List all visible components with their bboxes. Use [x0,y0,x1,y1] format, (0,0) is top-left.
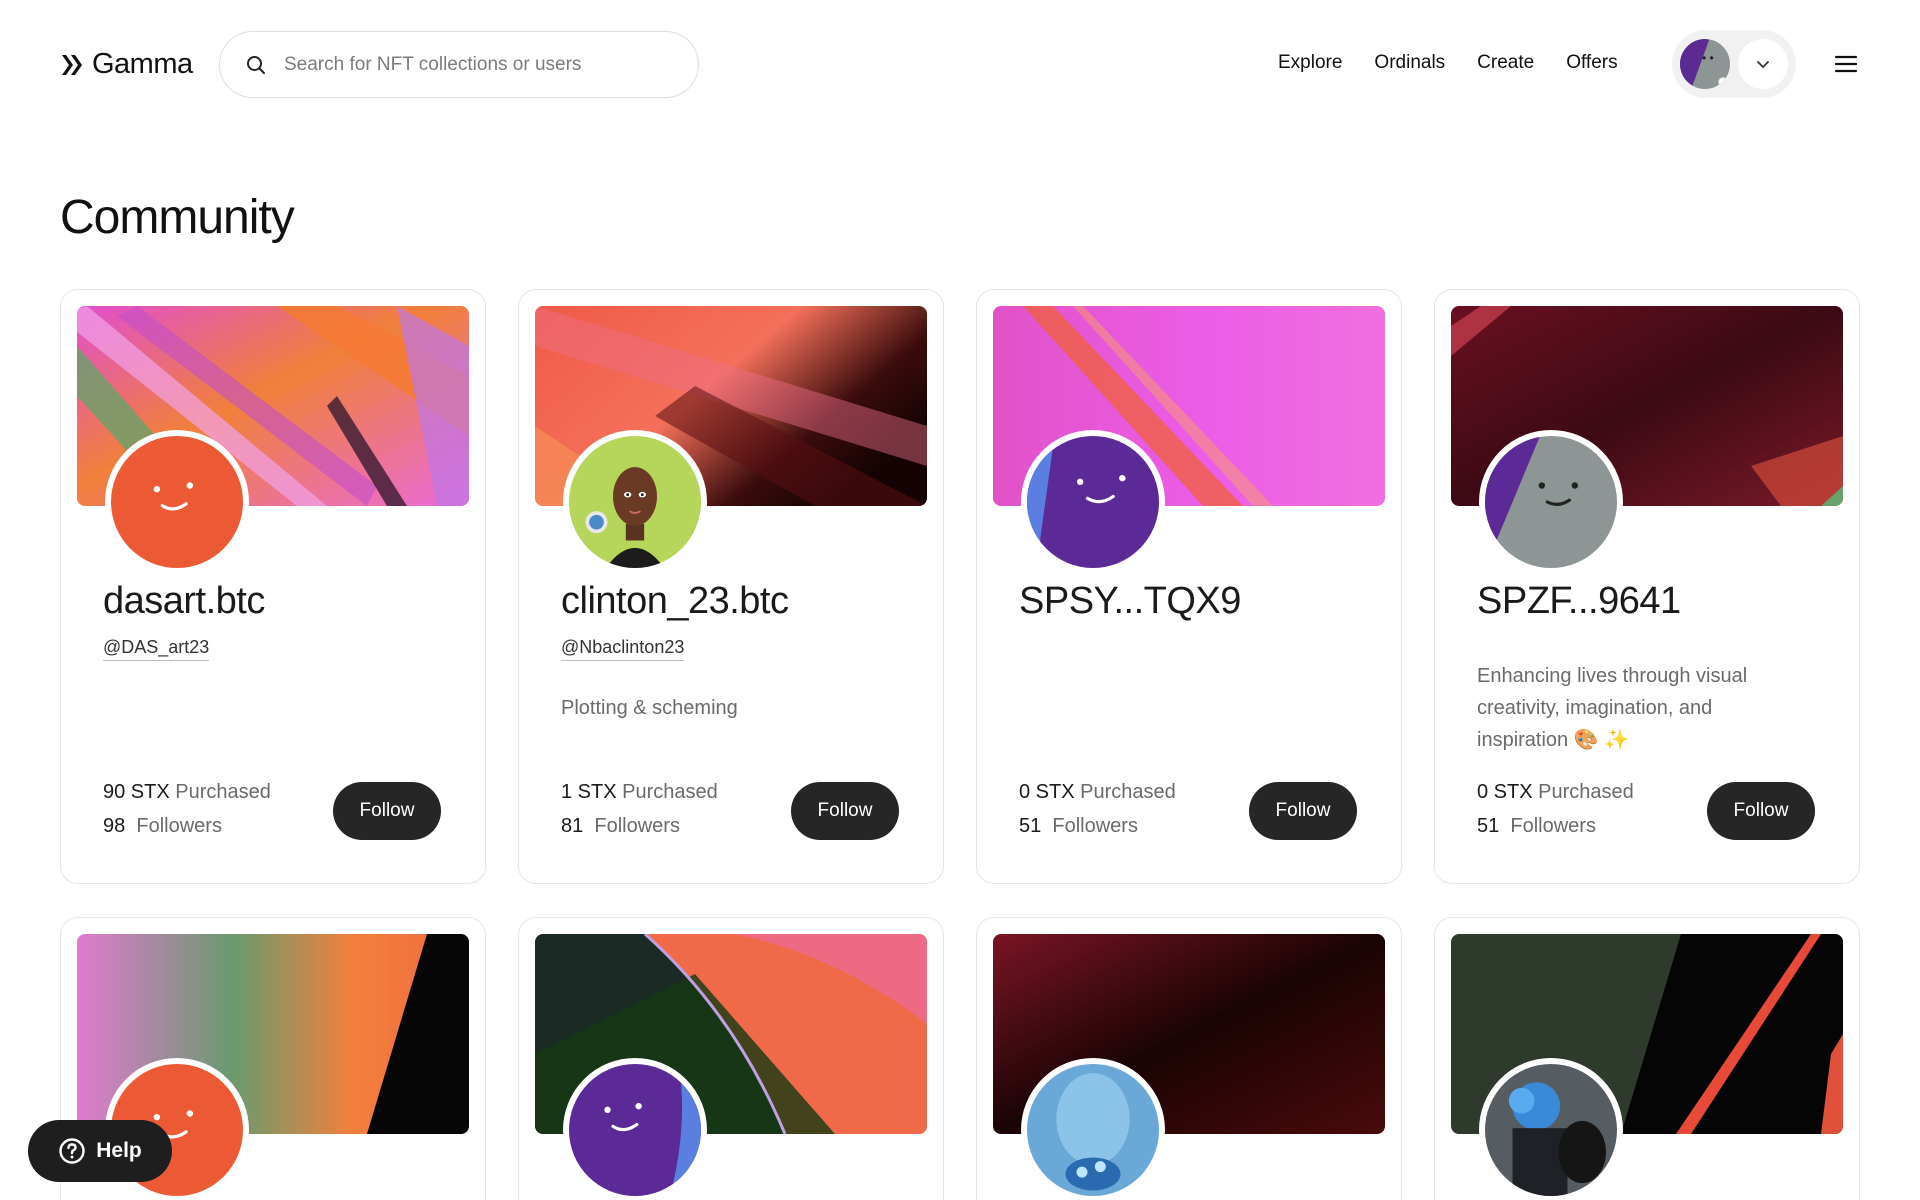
top-navigation-bar: Gamma Explore Ordinals Create Offers • • [0,0,1920,130]
gamma-logo-icon [62,54,82,75]
user-avatar[interactable]: • • [1680,39,1730,89]
user-menu-dropdown-button[interactable] [1738,39,1788,89]
profile-card[interactable] [976,917,1402,1200]
main-nav: Explore Ordinals Create Offers [1278,52,1618,74]
profile-avatar[interactable] [105,430,249,574]
profile-stats: 90 STX Purchased 98 Followers [103,775,271,843]
profile-avatar[interactable] [1021,430,1165,574]
follow-button[interactable]: Follow [1249,782,1357,840]
followers-count: 51 [1019,815,1042,837]
purchased-label: Purchased [622,781,718,803]
profile-name[interactable]: clinton_23.btc [561,580,789,623]
profile-bio: Enhancing lives through visual creativit… [1477,665,1748,751]
profile-avatar[interactable] [1479,430,1623,574]
profile-card[interactable] [518,917,944,1200]
stx-amount: 0 STX [1477,781,1533,803]
profile-card[interactable]: SPSY...TQX9 0 STX Purchased 51 Followers… [976,289,1402,884]
avatar-face-icon: • • [1702,51,1714,65]
purchased-label: Purchased [1538,781,1634,803]
nav-offers[interactable]: Offers [1566,52,1617,74]
followers-count: 51 [1477,815,1500,837]
followers-count: 81 [561,815,584,837]
stx-amount: 90 STX [103,781,170,803]
search-input[interactable] [284,53,664,76]
followers-label: Followers [136,815,222,837]
followers-label: Followers [1052,815,1138,837]
profile-stats: 0 STX Purchased 51 Followers [1019,775,1176,843]
profile-name[interactable]: SPZF...9641 [1477,580,1681,623]
profile-name[interactable]: dasart.btc [103,580,265,623]
profile-handle[interactable]: @DAS_art23 [103,637,210,661]
page-title: Community [60,191,295,244]
nav-ordinals[interactable]: Ordinals [1374,52,1445,74]
search-bar[interactable] [219,31,699,98]
follow-button[interactable]: Follow [791,782,899,840]
profile-handle[interactable]: @Nbaclinton23 [561,637,685,661]
chevron-down-icon [1757,61,1769,69]
brand-name: Gamma [92,48,193,80]
search-icon [247,55,265,74]
profile-stats: 1 STX Purchased 81 Followers [561,775,718,843]
hamburger-menu-icon[interactable] [1834,52,1858,76]
followers-label: Followers [594,815,680,837]
question-circle-icon [59,1138,85,1164]
user-menu[interactable]: • • [1672,30,1796,98]
stx-amount: 0 STX [1019,781,1075,803]
purchased-label: Purchased [1080,781,1176,803]
avatar-badge [1718,77,1728,87]
profile-avatar[interactable] [563,1058,707,1200]
followers-label: Followers [1510,815,1596,837]
profile-card[interactable]: clinton_23.btc @Nbaclinton23 Plotting & … [518,289,944,884]
profile-avatar[interactable] [1479,1058,1623,1200]
profile-name[interactable]: SPSY...TQX9 [1019,580,1241,623]
purchased-label: Purchased [175,781,271,803]
profile-avatar[interactable] [1021,1058,1165,1200]
follow-button[interactable]: Follow [333,782,441,840]
profile-bio: Plotting & scheming [561,697,738,719]
profile-card[interactable] [1434,917,1860,1200]
follow-button[interactable]: Follow [1707,782,1815,840]
gamma-logo[interactable]: Gamma [60,48,193,81]
help-label: Help [96,1139,142,1162]
followers-count: 98 [103,815,126,837]
help-button[interactable]: Help [28,1120,172,1182]
stx-amount: 1 STX [561,781,617,803]
nav-explore[interactable]: Explore [1278,52,1342,74]
profile-card[interactable]: dasart.btc @DAS_art23 90 STX Purchased 9… [60,289,486,884]
profile-avatar[interactable] [563,430,707,574]
profile-stats: 0 STX Purchased 51 Followers [1477,775,1634,843]
profile-card[interactable]: SPZF...9641 Enhancing lives through visu… [1434,289,1860,884]
nav-create[interactable]: Create [1477,52,1534,74]
